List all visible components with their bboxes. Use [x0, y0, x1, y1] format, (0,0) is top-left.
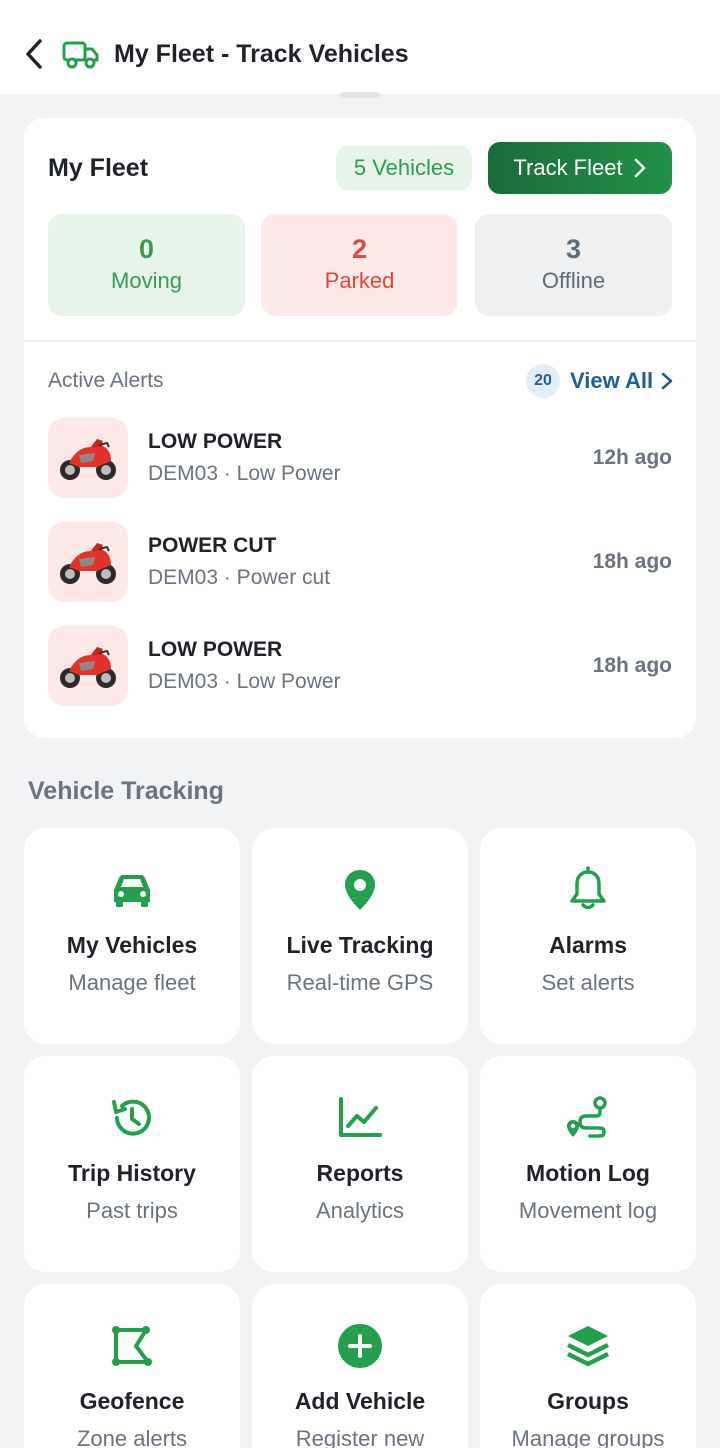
stat-moving-label: Moving [111, 268, 182, 293]
alert-description: DEM03 · Low Power [148, 462, 341, 485]
stat-parked-value: 2 [351, 234, 368, 264]
tile-trip-history[interactable]: Trip History Past trips [24, 1056, 240, 1272]
tile-groups[interactable]: Groups Manage groups [480, 1284, 696, 1448]
track-fleet-label: Track Fleet [513, 155, 623, 180]
stat-parked-label: Parked [324, 268, 395, 293]
stat-moving-value: 0 [138, 234, 155, 264]
tile-label: Add Vehicle [294, 1388, 426, 1414]
alert-thumbnail [48, 418, 128, 498]
location-pin-icon [345, 870, 375, 910]
tile-my-vehicles[interactable]: My Vehicles Manage fleet [24, 828, 240, 1044]
fleet-title: My Fleet [48, 154, 149, 182]
vehicle-tracking-title: Vehicle Tracking [28, 777, 224, 805]
alert-type: LOW POWER [148, 430, 283, 453]
alert-thumbnail [48, 522, 128, 602]
polygon-icon [112, 1326, 152, 1366]
tile-subtitle: Manage groups [511, 1426, 665, 1448]
plus-circle-icon [338, 1324, 382, 1368]
alert-row[interactable]: LOW POWER DEM03 · Low Power 12h ago [48, 418, 672, 498]
alerts-count-badge: 20 [526, 364, 560, 398]
pull-handle [340, 92, 380, 98]
view-all-link[interactable]: View All [570, 364, 673, 398]
truck-icon [62, 41, 99, 69]
tile-motion-log[interactable]: Motion Log Movement log [480, 1056, 696, 1272]
stat-moving[interactable]: 0 Moving [48, 214, 245, 316]
alert-row[interactable]: LOW POWER DEM03 · Low Power 18h ago [48, 626, 672, 706]
tile-subtitle: Past trips [86, 1198, 178, 1223]
alert-time: 12h ago [592, 446, 672, 469]
tile-subtitle: Register new [295, 1426, 425, 1448]
tile-subtitle: Movement log [518, 1198, 658, 1223]
view-all-label: View All [570, 368, 654, 393]
history-icon [112, 1099, 151, 1136]
stat-offline-value: 3 [565, 234, 582, 264]
alert-type: LOW POWER [148, 638, 283, 661]
tile-add-vehicle[interactable]: Add Vehicle Register new [252, 1284, 468, 1448]
tile-label: Trip History [68, 1160, 196, 1186]
fleet-summary-card: My Fleet 5 Vehicles Track Fleet 0 Moving… [24, 118, 696, 738]
line-chart-icon [339, 1097, 382, 1137]
tile-label: Reports [316, 1160, 404, 1186]
back-button[interactable] [18, 36, 50, 72]
vehicles-count-badge: 5 Vehicles [336, 146, 472, 190]
stat-offline-label: Offline [541, 268, 606, 293]
track-fleet-button[interactable]: Track Fleet [488, 142, 672, 194]
motorcycle-icon [60, 647, 116, 688]
chevron-left-icon [26, 39, 42, 69]
tile-subtitle: Real-time GPS [286, 970, 434, 995]
tile-label: Motion Log [526, 1160, 650, 1186]
layers-icon [566, 1326, 610, 1367]
tile-subtitle: Zone alerts [76, 1426, 188, 1448]
tile-label: Groups [547, 1388, 629, 1414]
motorcycle-icon [60, 543, 116, 584]
tile-label: My Vehicles [66, 932, 198, 958]
alert-type: POWER CUT [148, 534, 277, 557]
app-header: My Fleet - Track Vehicles [0, 0, 720, 94]
car-icon [114, 875, 150, 907]
motorcycle-icon [60, 439, 116, 480]
divider [24, 340, 696, 342]
route-icon [567, 1096, 607, 1138]
tile-reports[interactable]: Reports Analytics [252, 1056, 468, 1272]
bell-icon [570, 866, 606, 910]
tile-label: Geofence [79, 1388, 185, 1414]
chevron-right-icon [634, 158, 645, 178]
alert-row[interactable]: POWER CUT DEM03 · Power cut 18h ago [48, 522, 672, 602]
alert-thumbnail [48, 626, 128, 706]
tile-alarms[interactable]: Alarms Set alerts [480, 828, 696, 1044]
page-title: My Fleet - Track Vehicles [114, 40, 409, 68]
alert-description: DEM03 · Power cut [148, 566, 331, 589]
alert-time: 18h ago [592, 550, 672, 573]
tile-subtitle: Analytics [315, 1198, 405, 1223]
tile-label: Live Tracking [286, 932, 434, 958]
stat-offline[interactable]: 3 Offline [475, 214, 672, 316]
active-alerts-title: Active Alerts [48, 369, 164, 392]
chevron-right-icon [661, 372, 673, 390]
stat-parked[interactable]: 2 Parked [261, 214, 458, 316]
tile-label: Alarms [549, 932, 627, 958]
alert-description: DEM03 · Low Power [148, 670, 341, 693]
alert-time: 18h ago [592, 654, 672, 677]
tile-live-tracking[interactable]: Live Tracking Real-time GPS [252, 828, 468, 1044]
tile-geofence[interactable]: Geofence Zone alerts [24, 1284, 240, 1448]
tile-subtitle: Set alerts [541, 970, 635, 995]
tile-subtitle: Manage fleet [68, 970, 196, 995]
